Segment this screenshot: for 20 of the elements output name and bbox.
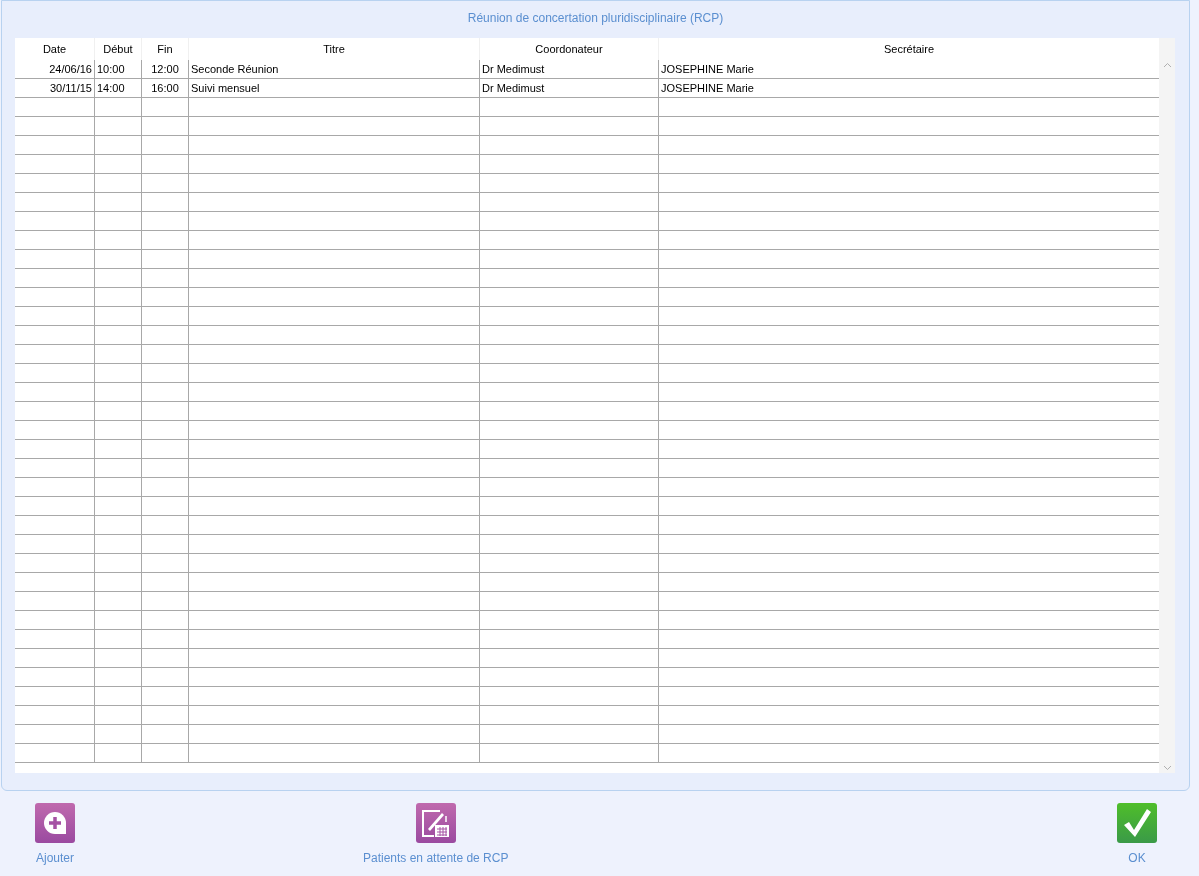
column-header[interactable]: Titre xyxy=(188,38,479,60)
table-cell-text: 24/06/16 xyxy=(48,62,93,77)
table-cell: Seconde Réunion xyxy=(188,60,479,78)
table-cell: 10:00 xyxy=(94,60,141,78)
scrollbar[interactable] xyxy=(1159,38,1175,773)
table-cell: Dr Medimust xyxy=(479,60,658,78)
table-cell: 16:00 xyxy=(141,79,188,97)
table-cell: 14:00 xyxy=(94,79,141,97)
add-icon xyxy=(35,803,75,843)
column-header[interactable]: Début xyxy=(94,38,141,60)
column-header[interactable]: Coordonateur xyxy=(479,38,658,60)
column-header[interactable]: Fin xyxy=(141,38,188,60)
table-cell: 12:00 xyxy=(141,60,188,78)
table-cell-text: 30/11/15 xyxy=(49,81,93,96)
column-header[interactable]: Date xyxy=(15,38,94,60)
window-title: Réunion de concertation pluridisciplinaire (RCP) xyxy=(466,10,725,27)
table-cell: Dr Medimust xyxy=(479,79,658,97)
calendar-edit-icon xyxy=(415,803,456,843)
checkmark-icon xyxy=(1117,803,1157,843)
table-cell: Suivi mensuel xyxy=(188,79,479,97)
